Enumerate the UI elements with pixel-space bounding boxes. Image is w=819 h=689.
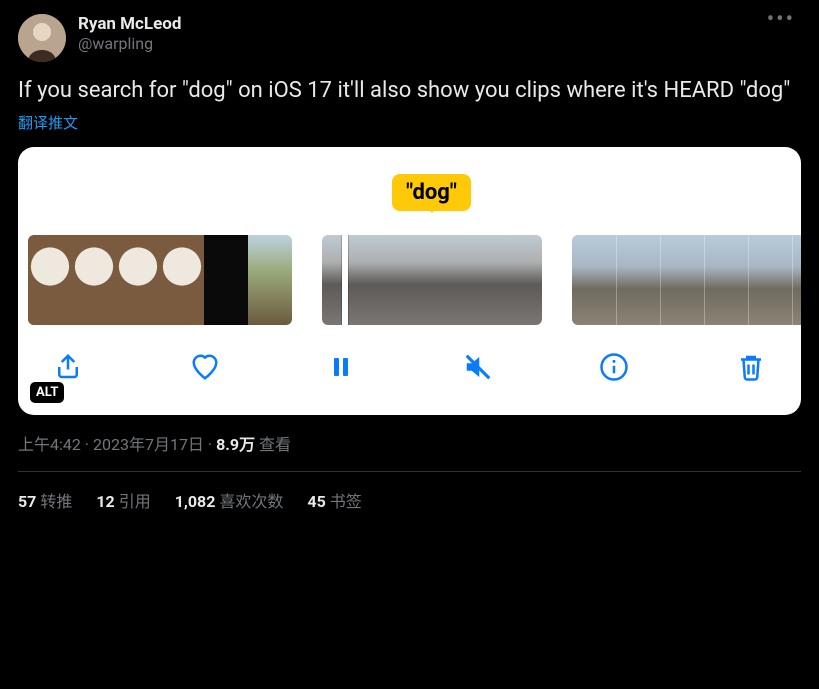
quotes-label: 引用 — [119, 492, 151, 511]
frame — [704, 235, 748, 325]
meta-sep: · — [81, 435, 93, 454]
media-card[interactable]: "dog" — [18, 147, 801, 415]
media-inner: "dog" — [18, 147, 801, 415]
frame — [160, 235, 204, 325]
bookmarks-stat[interactable]: 45 书签 — [307, 488, 361, 512]
translate-link[interactable]: 翻译推文 — [18, 112, 801, 133]
likes-label: 喜欢次数 — [219, 492, 283, 511]
mute-icon[interactable] — [458, 347, 498, 387]
frame — [454, 235, 498, 325]
media-toolbar — [18, 325, 801, 415]
avatar[interactable] — [18, 14, 66, 62]
filmstrip-row — [18, 217, 801, 325]
frame — [792, 235, 801, 325]
search-tooltip: "dog" — [392, 174, 471, 211]
frame — [410, 235, 454, 325]
clip-thumb-active[interactable] — [322, 235, 542, 325]
quotes-stat[interactable]: 12 引用 — [96, 488, 150, 512]
display-name[interactable]: Ryan McLeod — [78, 14, 761, 34]
playhead[interactable] — [342, 235, 348, 325]
pause-icon[interactable] — [321, 347, 361, 387]
author-names: Ryan McLeod @warpling — [78, 14, 761, 54]
heart-icon[interactable] — [185, 347, 225, 387]
frame — [248, 235, 292, 325]
tweet-text: If you search for "dog" on iOS 17 it'll … — [18, 76, 801, 106]
tweet-date[interactable]: 2023年7月17日 — [93, 435, 204, 454]
info-icon[interactable] — [594, 347, 634, 387]
tweet-meta: 上午4:42 · 2023年7月17日 · 8.9万 查看 — [18, 431, 801, 455]
frame — [116, 235, 160, 325]
frame — [616, 235, 660, 325]
share-icon[interactable] — [48, 347, 88, 387]
frame — [572, 235, 616, 325]
alt-badge[interactable]: ALT — [30, 382, 64, 403]
tooltip-row: "dog" — [18, 167, 801, 217]
frame — [204, 235, 248, 325]
clip-thumb[interactable] — [572, 235, 801, 325]
quotes-count: 12 — [96, 492, 114, 511]
more-icon[interactable]: ••• — [761, 14, 801, 26]
likes-count: 1,082 — [175, 492, 216, 511]
bookmarks-count: 45 — [307, 492, 325, 511]
retweets-count: 57 — [18, 492, 36, 511]
views-count[interactable]: 8.9万 — [216, 435, 255, 454]
frame — [748, 235, 792, 325]
trash-icon[interactable] — [731, 347, 771, 387]
clip-thumb[interactable] — [28, 235, 292, 325]
frame — [28, 235, 72, 325]
bookmarks-label: 书签 — [330, 492, 362, 511]
views-label: 查看 — [259, 435, 291, 454]
likes-stat[interactable]: 1,082喜欢次数 — [175, 488, 284, 512]
frame — [366, 235, 410, 325]
retweets-stat[interactable]: 57转推 — [18, 488, 72, 512]
tweet-container: Ryan McLeod @warpling ••• If you search … — [0, 0, 819, 528]
tweet-time[interactable]: 上午4:42 — [18, 435, 81, 454]
frame — [660, 235, 704, 325]
frame — [498, 235, 542, 325]
frame — [72, 235, 116, 325]
meta-sep: · — [204, 435, 216, 454]
stats-row: 57转推 12 引用 1,082喜欢次数 45 书签 — [18, 472, 801, 528]
handle[interactable]: @warpling — [78, 34, 761, 54]
tweet-header: Ryan McLeod @warpling ••• — [18, 14, 801, 62]
retweets-label: 转推 — [40, 492, 72, 511]
